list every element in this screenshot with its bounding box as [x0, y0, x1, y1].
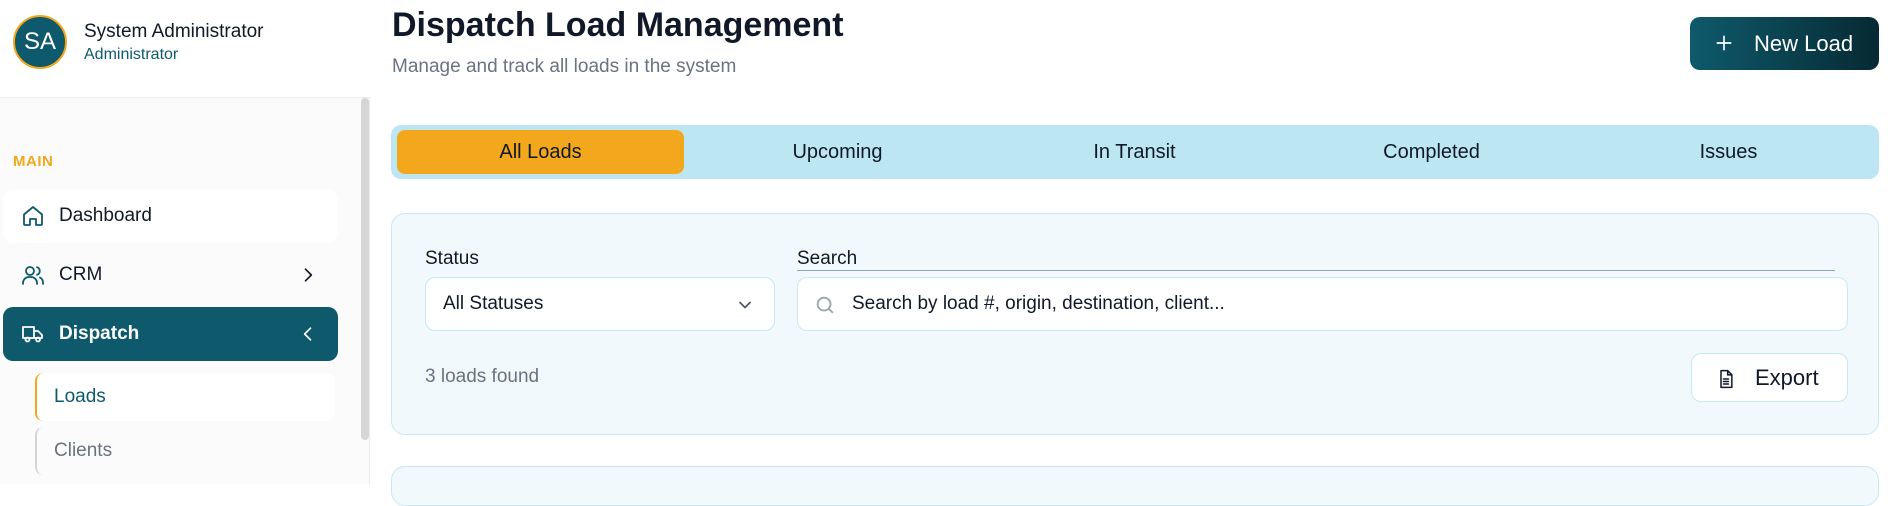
sidebar-subitem-loads[interactable]: Loads — [35, 373, 335, 421]
chevron-down-icon — [739, 301, 751, 309]
page-subtitle: Manage and track all loads in the system — [392, 56, 737, 77]
truck-icon — [22, 326, 43, 343]
export-button[interactable]: Export — [1691, 353, 1848, 402]
status-label: Status — [425, 248, 479, 269]
sidebar-item-label: Dashboard — [59, 205, 152, 226]
divider — [797, 270, 1835, 271]
user-role: Administrator — [84, 46, 179, 63]
tab-all-loads[interactable]: All Loads — [397, 130, 684, 174]
sidebar-item-dispatch[interactable]: Dispatch — [3, 307, 338, 361]
sidebar-scrollbar[interactable] — [361, 98, 369, 440]
result-count: 3 loads found — [425, 366, 540, 387]
tab-upcoming[interactable]: Upcoming — [694, 130, 981, 174]
new-load-button[interactable]: New Load — [1690, 17, 1879, 70]
user-profile[interactable]: SA System Administrator Administrator — [0, 0, 370, 98]
status-select[interactable]: All Statuses — [425, 277, 775, 331]
avatar[interactable]: SA — [13, 15, 67, 69]
loads-table-panel — [391, 466, 1879, 506]
tab-completed[interactable]: Completed — [1288, 130, 1575, 174]
page-title: Dispatch Load Management — [392, 6, 844, 44]
sidebar-subitem-clients[interactable]: Clients — [35, 427, 335, 475]
document-icon — [1720, 369, 1733, 389]
sidebar: SA System Administrator Administrator MA… — [0, 0, 370, 484]
chevron-right-icon[interactable] — [298, 265, 318, 285]
export-label: Export — [1755, 364, 1819, 390]
sidebar-item-label: CRM — [59, 264, 103, 285]
home-icon — [23, 206, 43, 226]
chevron-left-icon[interactable] — [298, 324, 318, 344]
sidebar-item-dashboard[interactable]: Dashboard — [3, 189, 338, 243]
sidebar-item-crm[interactable]: CRM — [3, 248, 338, 302]
section-label-main: MAIN — [13, 153, 54, 170]
users-icon — [22, 266, 44, 285]
tab-in-transit[interactable]: In Transit — [991, 130, 1278, 174]
status-select-value: All Statuses — [443, 293, 544, 314]
search-field[interactable] — [797, 277, 1848, 331]
user-name: System Administrator — [84, 21, 264, 42]
tab-issues[interactable]: Issues — [1585, 130, 1872, 174]
search-label: Search — [797, 248, 858, 269]
search-input[interactable] — [852, 278, 1832, 330]
search-icon — [816, 296, 834, 314]
plus-icon — [1716, 35, 1732, 51]
load-tabs: All Loads Upcoming In Transit Completed … — [391, 125, 1879, 179]
sidebar-item-label: Dispatch — [59, 323, 140, 344]
new-load-label: New Load — [1754, 30, 1854, 56]
